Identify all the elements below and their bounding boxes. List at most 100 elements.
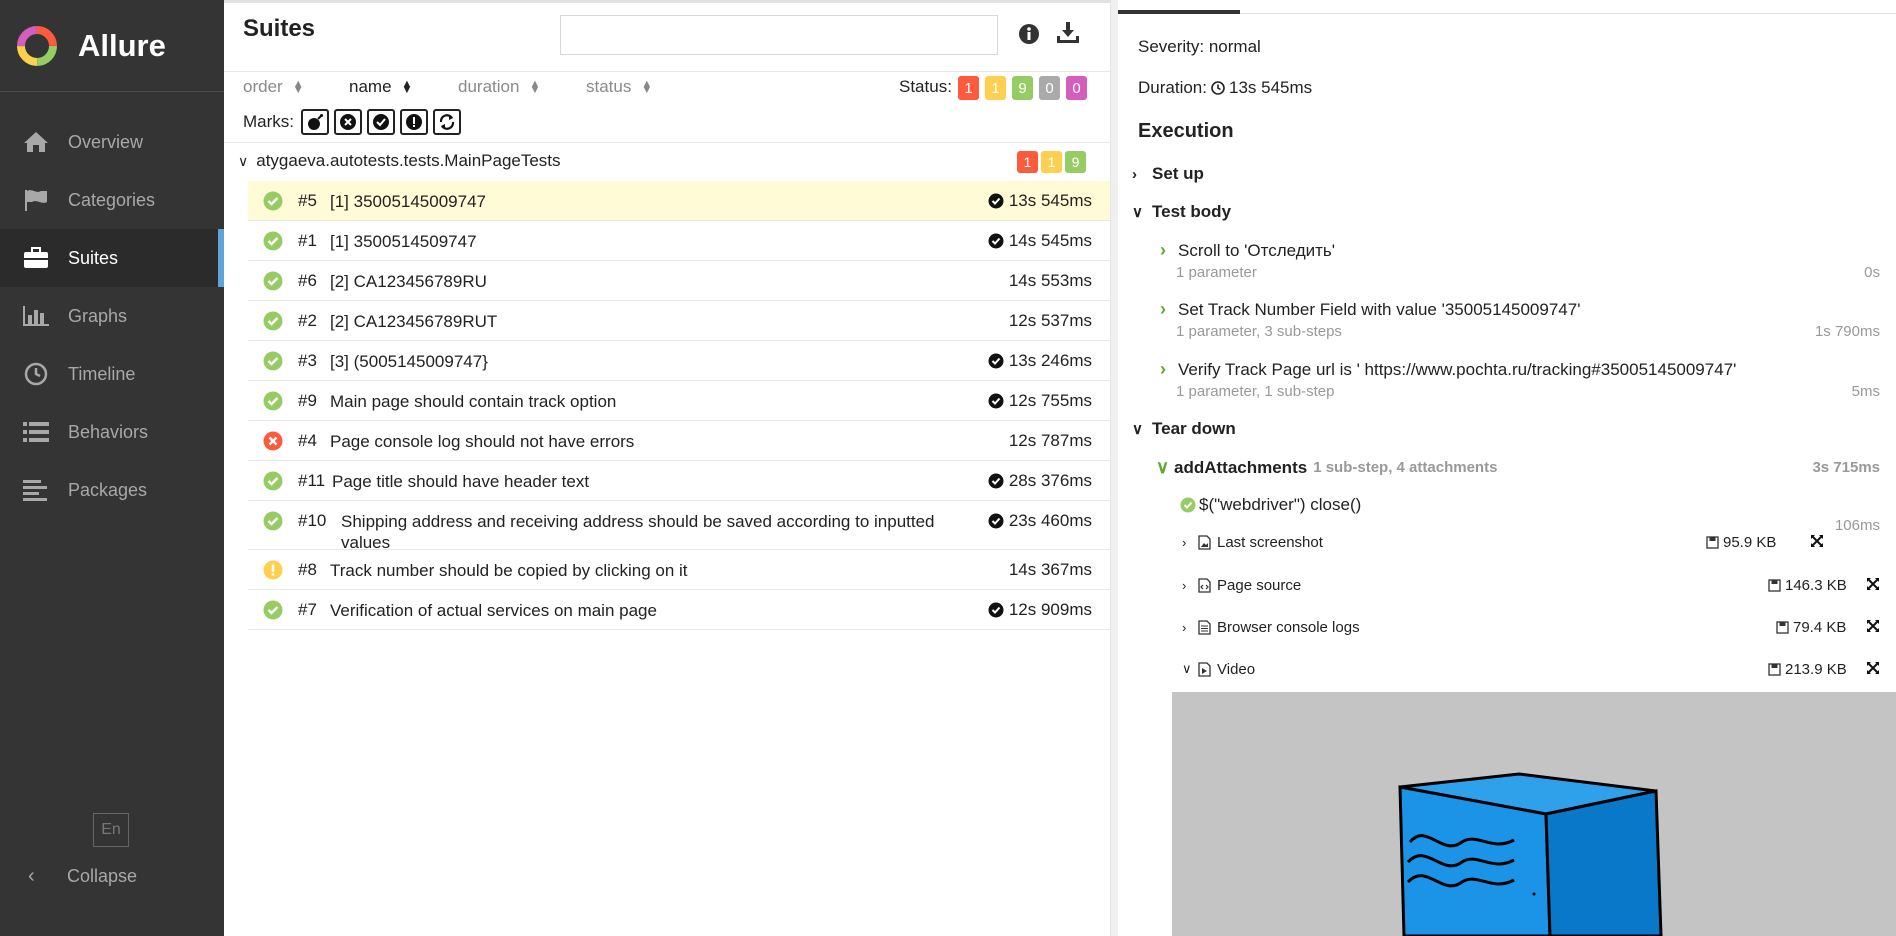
step-duration: 0s — [1864, 264, 1880, 281]
mark-new-passed-button[interactable] — [367, 109, 395, 135]
duration-label: Duration: — [1138, 78, 1207, 97]
sort-duration[interactable]: duration ▲ ▼ — [458, 77, 540, 97]
chevron-right-icon: › — [1160, 359, 1166, 379]
severity-text: Severity: normal — [1138, 37, 1261, 56]
attachment-name: Video — [1217, 660, 1256, 678]
setup-section[interactable]: › Set up — [1132, 164, 1204, 184]
test-row[interactable]: #9 Main page should contain track option 1… — [248, 381, 1110, 421]
step-duration: 3s 715ms — [1812, 459, 1880, 476]
test-row[interactable]: #2 [2] CA123456789RUT 12s 537ms — [248, 301, 1110, 341]
video-player[interactable] — [1172, 692, 1896, 936]
attachment-size: 146.3 KB — [1768, 577, 1847, 594]
step-item[interactable]: › Verify Track Page url is ' https://www.… — [1160, 359, 1880, 400]
flag-icon — [22, 186, 50, 214]
test-row[interactable]: #6 [2] CA123456789RU 14s 553ms — [248, 261, 1110, 301]
duration-value: 13s 246ms — [1008, 351, 1092, 370]
passed-status-icon — [263, 311, 283, 336]
status-broken-badge[interactable]: 1 — [985, 76, 1006, 100]
suite-group-header[interactable]: ∨ atygaeva.autotests.tests.MainPageTests — [238, 151, 561, 171]
step-name: addAttachments — [1174, 457, 1308, 477]
status-unknown-badge[interactable]: 0 — [1066, 76, 1087, 100]
expand-icon[interactable] — [1866, 619, 1880, 637]
sort-order[interactable]: order ▲ ▼ — [243, 77, 304, 97]
step-item[interactable]: › Set Track Number Field with value '3500… — [1160, 299, 1880, 340]
test-row[interactable]: #1 [1] 3500514509747 14s 545ms — [248, 221, 1110, 261]
briefcase-icon — [22, 244, 50, 272]
step-name: Verify Track Page url is ' https://www.p… — [1178, 359, 1737, 379]
sidebar-item-timeline[interactable]: Timeline — [0, 345, 224, 403]
collapse-button[interactable]: ‹ Collapse — [0, 848, 224, 904]
check-circle-icon — [988, 602, 1004, 618]
attachment-item[interactable]: › Page source 146.3 KB — [1182, 573, 1880, 597]
test-row[interactable]: #7 Verification of actual services on mai… — [248, 590, 1110, 630]
status-passed-badge[interactable]: 9 — [1012, 76, 1033, 100]
pane-splitter[interactable] — [1110, 0, 1118, 936]
code-file-icon — [1198, 577, 1211, 593]
mark-new-failed-button[interactable] — [334, 109, 362, 135]
chevron-right-icon: › — [1132, 165, 1137, 183]
brand[interactable]: Allure — [0, 0, 224, 92]
section-label: Tear down — [1152, 419, 1236, 438]
test-number: #2 — [298, 311, 317, 330]
attachment-item[interactable]: › Last screenshot 95.9 KB — [1182, 530, 1880, 554]
test-row[interactable]: #10 Shipping address and receiving addres… — [248, 501, 1110, 552]
test-duration: 12s 909ms — [988, 600, 1092, 620]
test-name: [2] CA123456789RUT — [330, 312, 498, 331]
test-row[interactable]: #3 [3] (5005145009747} 13s 246ms — [248, 341, 1110, 381]
language-button[interactable]: En — [93, 813, 129, 847]
section-label: Test body — [1152, 202, 1232, 221]
attachment-item[interactable]: ∨ Video 213.9 KB — [1182, 657, 1880, 681]
test-row[interactable]: #5 [1] 35005145009747 13s 545ms — [248, 181, 1110, 221]
attachment-size: 95.9 KB — [1706, 534, 1776, 551]
allure-logo-icon — [17, 25, 57, 66]
attachment-size-value: 146.3 KB — [1785, 576, 1847, 594]
sidebar-item-overview[interactable]: Overview — [0, 113, 224, 171]
search-input[interactable] — [560, 15, 998, 55]
mark-retries-button[interactable] — [433, 109, 461, 135]
expand-icon[interactable] — [1810, 534, 1824, 552]
sidebar-item-graphs[interactable]: Graphs — [0, 287, 224, 345]
sidebar-item-packages[interactable]: Packages — [0, 461, 224, 519]
attachment-size-value: 213.9 KB — [1785, 660, 1847, 678]
save-icon — [1706, 535, 1719, 549]
sidebar-item-categories[interactable]: Categories — [0, 171, 224, 229]
test-name: [3] (5005145009747} — [330, 352, 488, 371]
status-failed-badge[interactable]: 1 — [958, 76, 979, 100]
home-icon — [22, 128, 50, 156]
test-number: #11 — [298, 471, 326, 490]
attachment-size-value: 79.4 KB — [1793, 618, 1847, 636]
video-frame-cube-image — [1398, 772, 1663, 936]
expand-icon[interactable] — [1866, 577, 1880, 595]
exclamation-circle-icon — [406, 114, 422, 130]
attachment-item[interactable]: › Browser console logs 79.4 KB — [1182, 615, 1880, 639]
mark-new-broken-button[interactable] — [400, 109, 428, 135]
teardown-step[interactable]: ∨ addAttachments 1 sub-step, 4 attachments… — [1156, 457, 1880, 478]
save-icon — [1768, 578, 1781, 592]
test-row[interactable]: #11 Page title should have header text 28s… — [248, 461, 1110, 501]
sidebar-item-suites[interactable]: Suites — [0, 229, 224, 287]
duration-value: 12s 909ms — [1008, 600, 1092, 619]
expand-icon[interactable] — [1866, 661, 1880, 679]
step-duration: 5ms — [1851, 383, 1880, 400]
sidebar-item-label: Suites — [68, 247, 119, 268]
test-row[interactable]: #4 Page console log should not have error… — [248, 421, 1110, 461]
sidebar-item-behaviors[interactable]: Behaviors — [0, 403, 224, 461]
test-row[interactable]: #8 Track number should be copied by click… — [248, 550, 1110, 590]
status-skipped-badge[interactable]: 0 — [1039, 76, 1060, 100]
test-duration: 12s 787ms — [1009, 431, 1092, 451]
passed-status-icon — [263, 271, 283, 296]
sub-step[interactable]: $("webdriver") close() 106ms — [1180, 495, 1880, 534]
duration-value: 28s 376ms — [1008, 471, 1092, 490]
mark-flaky-button[interactable] — [301, 109, 329, 135]
passed-status-icon — [263, 511, 283, 536]
tear-down-section[interactable]: ∨ Tear down — [1132, 419, 1236, 439]
sort-name[interactable]: name ▲ ▼ — [349, 77, 412, 97]
sort-status[interactable]: status ▲ ▼ — [586, 77, 652, 97]
test-name: Shipping address and receiving address s… — [341, 512, 935, 552]
step-item[interactable]: › Scroll to 'Отследить' 1 parameter 0s — [1160, 240, 1880, 281]
divider — [224, 142, 1110, 143]
test-body-section[interactable]: ∨ Test body — [1132, 202, 1231, 222]
broken-status-icon — [263, 560, 283, 585]
download-icon[interactable] — [1056, 21, 1080, 50]
info-icon[interactable] — [1018, 23, 1040, 50]
